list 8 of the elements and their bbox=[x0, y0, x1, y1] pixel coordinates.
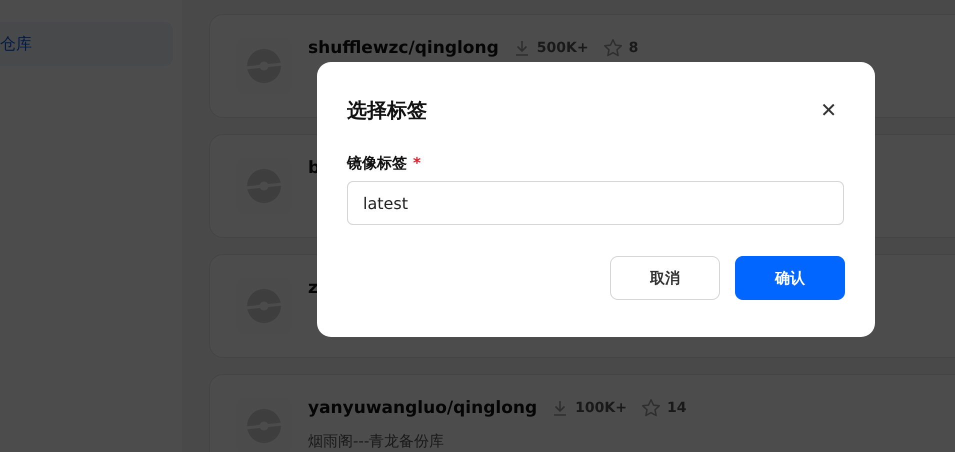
repo-name[interactable]: shufflewzc/qinglong bbox=[308, 38, 499, 58]
repo-name[interactable]: yanyuwangluo/qinglong bbox=[308, 398, 538, 418]
tag-input[interactable]: latest bbox=[347, 181, 844, 225]
cancel-button[interactable]: 取消 bbox=[610, 256, 720, 300]
confirm-button[interactable]: 确认 bbox=[735, 256, 845, 300]
close-button[interactable]: ✕ bbox=[812, 98, 845, 122]
dialog-title: 选择标签 bbox=[347, 96, 427, 124]
field-label: 镜像标签 * bbox=[347, 154, 422, 173]
